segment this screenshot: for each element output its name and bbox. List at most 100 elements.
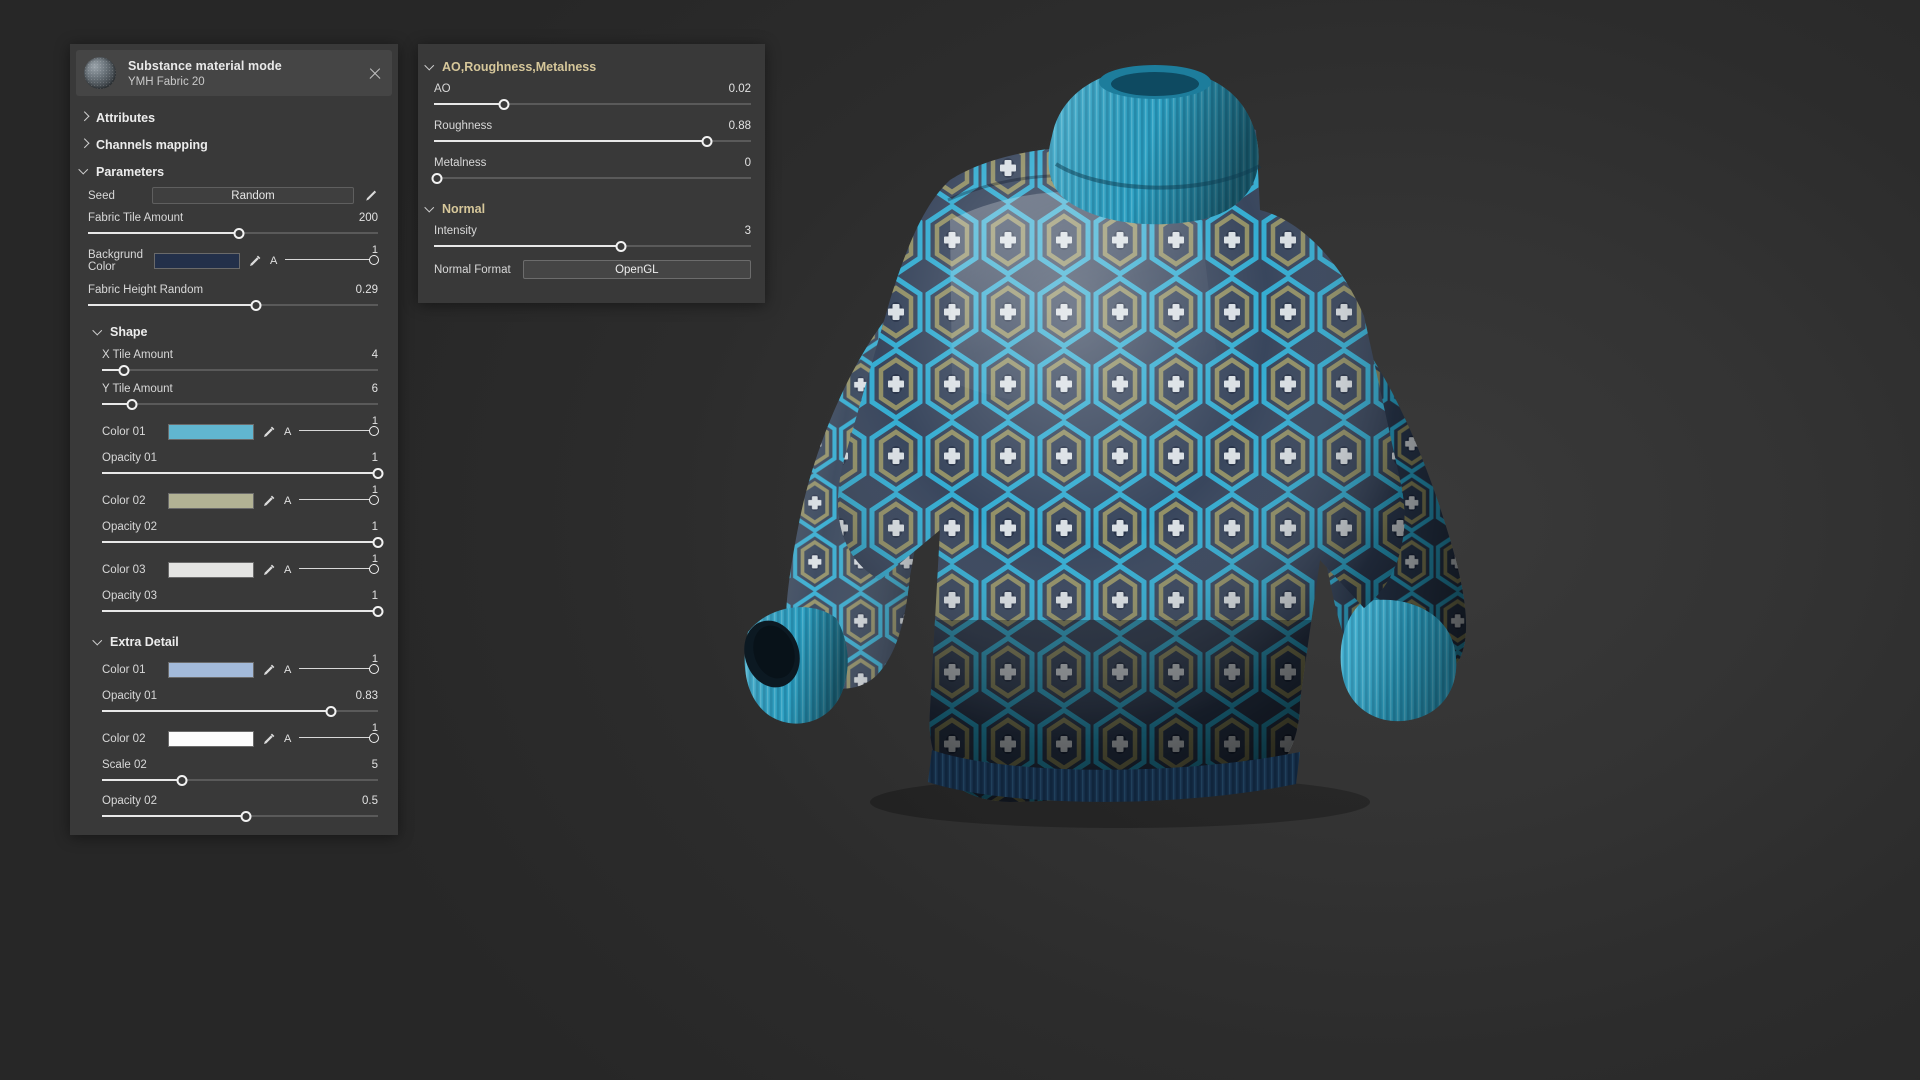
shape-color-03-label: Color 03 (102, 564, 146, 576)
seed-label: Seed (88, 189, 115, 202)
shape-color-02-label: Color 02 (102, 495, 146, 507)
chevron-right-icon (80, 140, 89, 149)
x-tile-amount-slider[interactable] (102, 364, 378, 376)
extra-opacity-02-slider[interactable] (102, 810, 378, 822)
eyedropper-icon[interactable] (248, 254, 262, 268)
background-alpha-slider[interactable]: 1 (285, 244, 379, 272)
shape-color-01-swatch[interactable] (168, 424, 254, 440)
intensity-slider[interactable] (434, 240, 751, 252)
extra-color-01-alpha-label: A (284, 664, 292, 676)
extra-color-02-row: Color 02 A 1 (102, 722, 379, 750)
chevron-down-icon (426, 205, 435, 214)
background-color-label: Backgrund Color (88, 249, 143, 273)
section-attributes-label: Attributes (96, 110, 156, 125)
extra-opacity-01-row: Opacity 01 0.83 (102, 690, 378, 717)
shape-opacity-01-slider[interactable] (102, 467, 384, 479)
ao-slider[interactable] (434, 98, 751, 110)
eyedropper-icon[interactable] (262, 663, 276, 677)
fabric-height-random-slider[interactable] (88, 299, 378, 311)
x-tile-amount-row: X Tile Amount 4 (102, 349, 378, 376)
shape-opacity-03-slider[interactable] (102, 605, 384, 617)
metalness-row: Metalness 0 (418, 157, 765, 184)
extra-scale-02-row: Scale 02 5 (102, 759, 378, 786)
app-root: Substance material mode YMH Fabric 20 At… (0, 0, 1920, 1080)
shape-color-02-alpha-slider[interactable]: 1 (299, 484, 379, 512)
extra-opacity-02-row: Opacity 02 0.5 (102, 795, 378, 822)
extra-color-01-swatch[interactable] (168, 662, 254, 678)
shape-color-03-swatch[interactable] (168, 562, 254, 578)
extra-color-02-label: Color 02 (102, 733, 146, 745)
shading-panel: AO,Roughness,Metalness AO 0.02 Roughness… (418, 44, 765, 303)
y-tile-amount-row: Y Tile Amount 6 (102, 383, 378, 410)
fabric-height-random-row: Fabric Height Random 0.29 (70, 275, 398, 311)
chevron-right-icon (80, 113, 89, 122)
shape-opacity-01-row: Opacity 01 1 (102, 452, 384, 479)
shape-color-02-row: Color 02 A 1 (102, 484, 379, 512)
seed-dropdown[interactable]: Random (152, 187, 354, 204)
section-parameters-label: Parameters (96, 164, 165, 179)
intensity-value: 3 (744, 225, 751, 237)
background-color-swatch[interactable] (154, 253, 240, 269)
roughness-slider[interactable] (434, 135, 751, 147)
extra-color-02-swatch[interactable] (168, 731, 254, 747)
metalness-slider[interactable] (431, 172, 751, 184)
roughness-value: 0.88 (728, 120, 751, 132)
section-shape[interactable]: Shape (70, 317, 398, 347)
fabric-tile-amount-slider[interactable] (88, 227, 378, 239)
shape-opacity-01-value: 1 (371, 452, 378, 464)
section-channels-mapping[interactable]: Channels mapping (70, 131, 398, 158)
shape-color-02-alpha-label: A (284, 495, 292, 507)
section-attributes[interactable]: Attributes (70, 104, 398, 131)
roughness-label: Roughness (434, 120, 493, 132)
chevron-down-icon (94, 638, 103, 647)
material-sphere-thumbnail (84, 57, 116, 89)
roughness-row: Roughness 0.88 (418, 120, 765, 147)
normal-format-dropdown[interactable]: OpenGL (522, 260, 751, 279)
y-tile-amount-slider[interactable] (102, 398, 378, 410)
section-arm-label: AO,Roughness,Metalness (442, 60, 597, 74)
shape-color-01-alpha-slider[interactable]: 1 (299, 415, 379, 443)
extra-opacity-01-slider[interactable] (102, 705, 378, 717)
eyedropper-icon[interactable] (262, 425, 276, 439)
section-channels-mapping-label: Channels mapping (96, 137, 208, 152)
section-normal[interactable]: Normal (418, 196, 765, 222)
chevron-down-icon (80, 167, 89, 176)
section-parameters[interactable]: Parameters (70, 158, 398, 185)
shape-color-03-alpha-slider[interactable]: 1 (299, 553, 379, 581)
extra-opacity-02-label: Opacity 02 (102, 795, 157, 807)
shape-opacity-03-label: Opacity 03 (102, 590, 157, 602)
extra-scale-02-label: Scale 02 (102, 759, 147, 771)
extra-opacity-01-value: 0.83 (355, 690, 378, 702)
normal-format-value: OpenGL (615, 263, 659, 276)
section-shape-label: Shape (110, 325, 148, 339)
ao-label: AO (434, 83, 451, 95)
eyedropper-icon[interactable] (262, 494, 276, 508)
material-name: YMH Fabric 20 (128, 75, 205, 88)
fabric-tile-amount-row: Fabric Tile Amount 200 (70, 206, 398, 239)
eyedropper-icon[interactable] (262, 563, 276, 577)
ao-row: AO 0.02 (418, 83, 765, 110)
shape-opacity-02-slider[interactable] (102, 536, 384, 548)
extra-scale-02-slider[interactable] (102, 774, 378, 786)
close-icon[interactable] (364, 62, 386, 84)
seed-value: Random (231, 189, 275, 202)
shape-color-01-row: Color 01 A 1 (102, 415, 379, 443)
extra-color-02-alpha-slider[interactable]: 1 (299, 722, 379, 750)
chevron-down-icon (426, 63, 435, 72)
fabric-height-random-label: Fabric Height Random (88, 284, 204, 296)
pencil-icon[interactable] (364, 189, 378, 203)
shape-color-03-row: Color 03 A 1 (102, 553, 379, 581)
shape-color-02-swatch[interactable] (168, 493, 254, 509)
eyedropper-icon[interactable] (262, 732, 276, 746)
x-tile-amount-label: X Tile Amount (102, 349, 173, 361)
section-ao-roughness-metalness[interactable]: AO,Roughness,Metalness (418, 54, 765, 80)
material-panel-header: Substance material mode YMH Fabric 20 (76, 50, 392, 96)
metalness-value: 0 (744, 157, 751, 169)
ao-value: 0.02 (728, 83, 751, 95)
background-color-row: Backgrund Color A 1 (70, 241, 398, 273)
fabric-height-random-value: 0.29 (355, 284, 378, 296)
section-extra-detail[interactable]: Extra Detail (70, 627, 398, 657)
normal-format-label: Normal Format (434, 263, 511, 276)
extra-color-01-alpha-slider[interactable]: 1 (299, 653, 379, 681)
shape-opacity-03-value: 1 (371, 590, 378, 602)
